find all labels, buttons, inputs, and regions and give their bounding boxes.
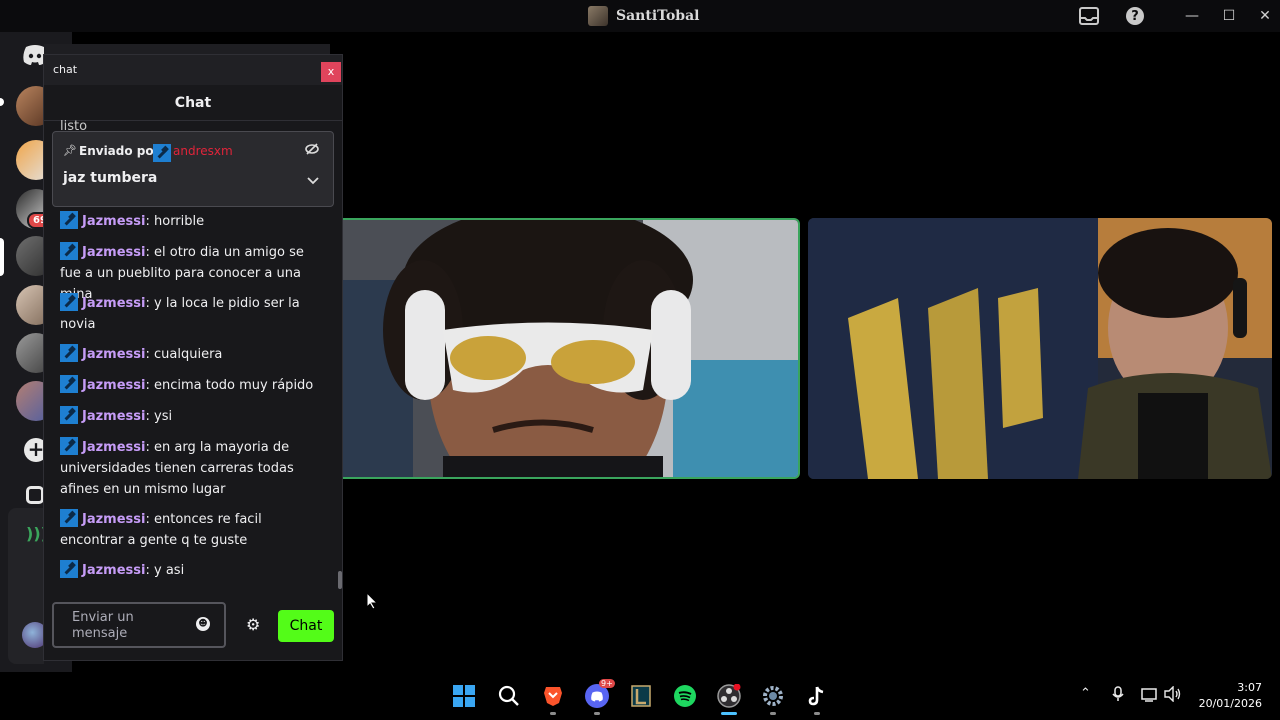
chat-message: Jazmessi: y asi xyxy=(60,560,328,581)
video-tile[interactable] xyxy=(808,218,1272,479)
discord-notification-badge: 9+ xyxy=(599,679,615,688)
message-text: ysi xyxy=(154,409,173,424)
chat-message: Jazmessi: y la loca le pidio ser la novi… xyxy=(60,293,328,335)
chat-popup-window: chat x Chat listo 📌︎ Enviado por andresx… xyxy=(43,54,343,661)
moderator-badge-icon xyxy=(60,406,78,424)
selected-pill xyxy=(0,238,4,276)
chevron-down-icon[interactable] xyxy=(307,174,319,188)
message-username[interactable]: Jazmessi xyxy=(82,347,145,362)
title-avatar xyxy=(588,6,608,26)
chat-send-button[interactable]: Chat xyxy=(278,610,334,642)
popup-titlebar[interactable]: chat x xyxy=(44,55,342,85)
chat-message: Jazmessi: encima todo muy rápido xyxy=(60,375,328,396)
chat-message: Jazmessi: ysi xyxy=(60,406,328,427)
settings-app-icon[interactable] xyxy=(761,684,785,708)
microphone-icon[interactable] xyxy=(1112,686,1124,706)
windows-start-icon[interactable] xyxy=(452,684,476,708)
inbox-icon[interactable] xyxy=(1078,5,1100,27)
running-indicator xyxy=(550,712,556,715)
moderator-badge-icon xyxy=(153,144,171,162)
message-username[interactable]: Jazmessi xyxy=(82,214,145,229)
chat-input[interactable]: Enviar un mensaje ☻ xyxy=(52,602,226,648)
message-text: cualquiera xyxy=(154,347,223,362)
popup-title: chat xyxy=(53,63,78,76)
chat-input-placeholder: Enviar un mensaje xyxy=(72,610,134,641)
moderator-badge-icon xyxy=(60,560,78,578)
moderator-badge-icon xyxy=(60,509,78,527)
window-title-group: SantiTobal xyxy=(588,6,699,26)
clock-date[interactable]: 20/01/2026 xyxy=(1190,697,1262,710)
message-username[interactable]: Jazmessi xyxy=(82,563,145,578)
network-icon[interactable] xyxy=(1141,686,1157,706)
popup-close-button[interactable]: x xyxy=(321,62,341,82)
message-username[interactable]: Jazmessi xyxy=(82,512,145,527)
chat-message-list[interactable]: Jazmessi: horrible Jazmessi: el otro dia… xyxy=(44,211,342,589)
running-indicator xyxy=(814,712,820,715)
active-indicator xyxy=(721,712,737,715)
video-tile-speaking[interactable] xyxy=(343,218,800,479)
gear-icon[interactable]: ⚙ xyxy=(246,615,260,634)
pinned-by-label: Enviado por xyxy=(79,144,160,158)
help-icon[interactable]: ? xyxy=(1124,5,1146,27)
moderator-badge-icon xyxy=(60,437,78,455)
close-window-button[interactable]: ✕ xyxy=(1242,0,1280,32)
volume-icon[interactable] xyxy=(1164,685,1182,706)
message-text: encima todo muy rápido xyxy=(154,378,314,393)
chat-message: Jazmessi: horrible xyxy=(60,211,328,232)
message-username[interactable]: Jazmessi xyxy=(82,409,145,424)
window-titlebar: SantiTobal ? — ☐ ✕ xyxy=(0,0,1280,32)
message-username[interactable]: Jazmessi xyxy=(82,296,145,311)
chat-message: Jazmessi: entonces re facil encontrar a … xyxy=(60,509,328,551)
message-username[interactable]: Jazmessi xyxy=(82,378,145,393)
brave-browser-icon[interactable] xyxy=(541,684,565,708)
discord-icon[interactable]: 9+ xyxy=(585,679,615,708)
pinned-message[interactable]: 📌︎ Enviado por andresxm jaz tumbera xyxy=(52,131,334,207)
tiktok-icon[interactable] xyxy=(805,684,829,708)
chevron-up-icon[interactable]: ⌃ xyxy=(1080,686,1091,701)
pin-icon: 📌︎ xyxy=(63,144,77,157)
chat-header: Chat xyxy=(44,85,342,121)
message-text: y asi xyxy=(154,563,185,578)
clock-time[interactable]: 3:07 xyxy=(1200,681,1262,694)
pinned-by-user[interactable]: andresxm xyxy=(173,144,233,158)
running-indicator xyxy=(594,712,600,715)
message-username[interactable]: Jazmessi xyxy=(82,245,145,260)
league-client-icon[interactable] xyxy=(629,684,653,708)
chat-message: Jazmessi: cualquiera xyxy=(60,344,328,365)
obs-icon[interactable] xyxy=(717,684,741,708)
desktop-screen: SantiTobal ? — ☐ ✕ 69 + ))) chat x Chat … xyxy=(0,0,1280,720)
search-icon[interactable] xyxy=(497,684,521,708)
moderator-badge-icon xyxy=(60,344,78,362)
emote-icon[interactable]: ☻ xyxy=(196,617,210,631)
hide-pin-icon[interactable] xyxy=(305,143,319,158)
chat-scrollbar[interactable] xyxy=(338,571,342,589)
message-text: horrible xyxy=(154,214,205,229)
discover-icon[interactable] xyxy=(26,486,44,504)
moderator-badge-icon xyxy=(60,293,78,311)
spotify-icon[interactable] xyxy=(673,684,697,708)
moderator-badge-icon xyxy=(60,211,78,229)
moderator-badge-icon xyxy=(60,375,78,393)
running-indicator xyxy=(770,712,776,715)
chat-message: Jazmessi: en arg la mayoria de universid… xyxy=(60,437,328,500)
window-title: SantiTobal xyxy=(616,8,700,24)
message-username[interactable]: Jazmessi xyxy=(82,440,145,455)
pinned-text: jaz tumbera xyxy=(63,170,158,186)
moderator-badge-icon xyxy=(60,242,78,260)
